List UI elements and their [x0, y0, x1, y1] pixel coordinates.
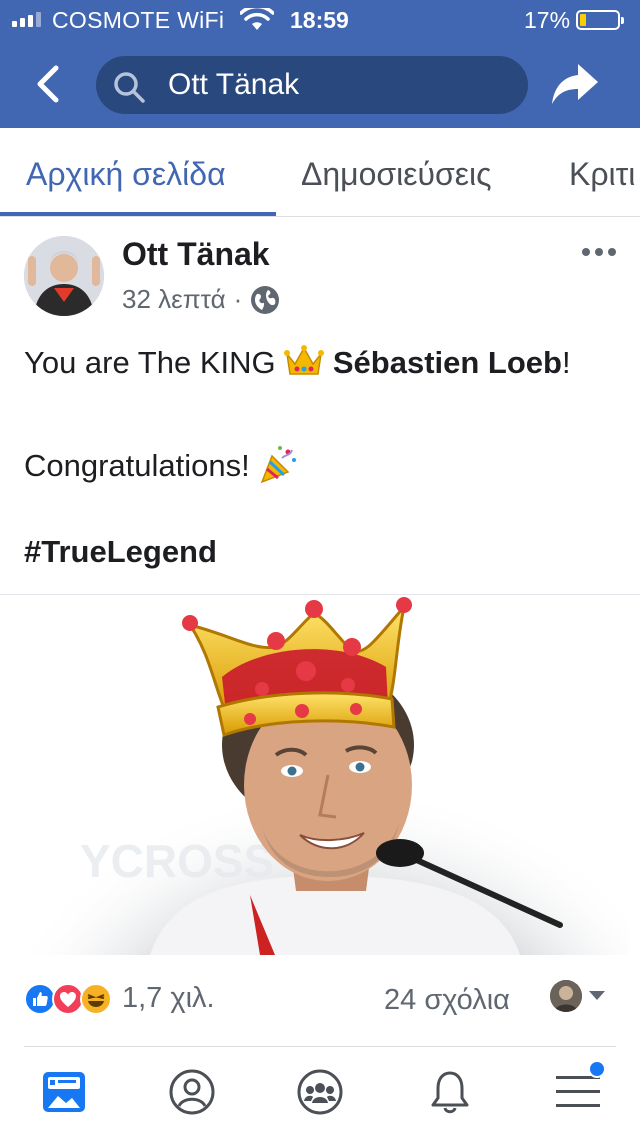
more-options-icon[interactable]	[582, 248, 616, 256]
signal-strength-icon	[12, 12, 41, 27]
search-field[interactable]: Ott Tänak	[96, 56, 528, 114]
wifi-icon	[240, 8, 274, 30]
notifications-bell-icon[interactable]	[426, 1068, 474, 1116]
globe-icon	[251, 285, 280, 314]
search-input[interactable]: Ott Tänak	[168, 68, 299, 102]
svg-text:YCROSS: YCROSS	[80, 835, 274, 887]
comments-count[interactable]: 24 σχόλια	[384, 984, 510, 1017]
battery-percent: 17%	[524, 7, 571, 33]
post-image[interactable]: YCROSS	[0, 594, 640, 955]
reaction-count[interactable]: 1,7 χιλ.	[122, 982, 215, 1015]
back-arrow-icon[interactable]	[30, 62, 70, 106]
post-author[interactable]: Ott Tänak	[122, 236, 270, 273]
page-tabs: Αρχική σελίδα Δημοσιεύσεις Κριτι	[0, 128, 640, 217]
post-meta: 32 λεπτά ·	[122, 284, 280, 315]
haha-reaction-icon	[80, 982, 112, 1015]
carrier-name: COSMOTE WiFi	[52, 7, 225, 33]
menu-button[interactable]	[554, 1060, 606, 1116]
meta-separator: ·	[233, 284, 243, 314]
search-icon	[114, 72, 145, 103]
post-hashtag[interactable]: #TrueLegend	[24, 534, 217, 570]
tab-reviews[interactable]: Κριτι	[569, 156, 635, 193]
battery-icon	[576, 10, 624, 30]
clock: 18:59	[290, 7, 349, 33]
post-time[interactable]: 32 λεπτά	[122, 284, 226, 315]
post-text-line-2: Congratulations!	[24, 444, 298, 484]
app-header: COSMOTE WiFi 18:59 17% Ott Tänak	[0, 0, 640, 128]
news-feed-icon[interactable]	[40, 1068, 88, 1116]
post-text-line-1: You are The KING Sébastien Loeb!	[24, 344, 571, 381]
crown-emoji-icon	[284, 345, 325, 375]
party-popper-emoji-icon	[261, 446, 297, 484]
tab-posts[interactable]: Δημοσιεύσεις	[301, 156, 492, 193]
post-text-prefix: You are The KING	[24, 345, 276, 380]
profile-icon[interactable]	[168, 1068, 216, 1116]
active-tab-indicator	[0, 212, 276, 216]
tab-home[interactable]: Αρχική σελίδα	[26, 156, 226, 193]
post-congrats: Congratulations!	[24, 448, 250, 483]
viewer-selector[interactable]	[550, 980, 606, 1012]
tagged-person[interactable]: Sébastien Loeb	[333, 345, 562, 380]
post-text-suffix: !	[561, 345, 571, 380]
divider	[24, 1046, 616, 1047]
bottom-nav	[0, 1048, 640, 1136]
viewer-avatar	[550, 980, 582, 1012]
chevron-down-icon	[589, 991, 605, 1000]
status-bar: COSMOTE WiFi 18:59 17%	[0, 0, 640, 40]
avatar[interactable]	[24, 236, 104, 316]
groups-icon[interactable]	[296, 1068, 344, 1116]
share-icon[interactable]	[548, 60, 602, 110]
hashtag-link[interactable]: #TrueLegend	[24, 534, 217, 569]
notification-badge-dot	[588, 1060, 606, 1078]
reactions-summary[interactable]: 1,7 χιλ.	[24, 982, 215, 1015]
